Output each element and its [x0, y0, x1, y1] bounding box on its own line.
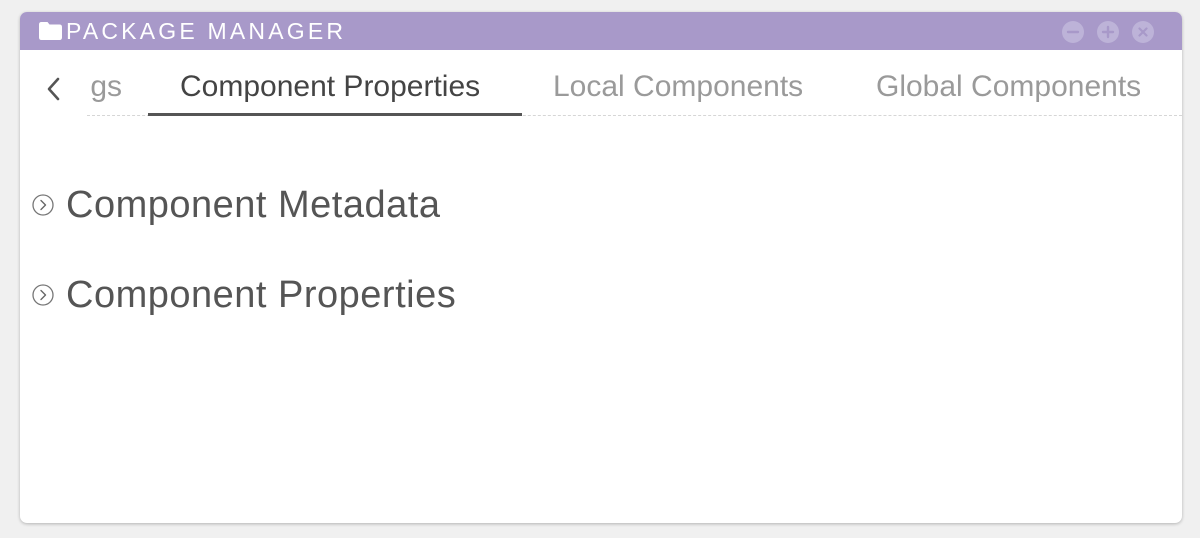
tab-component-properties[interactable]: Component Properties	[180, 70, 480, 104]
maximize-button[interactable]	[1097, 21, 1119, 43]
tab-global-components[interactable]: Global Components	[876, 70, 1141, 104]
active-tab-indicator	[148, 113, 522, 116]
close-icon	[1138, 27, 1148, 37]
tab-bar: gs Component Properties Local Components…	[20, 50, 1182, 116]
section-title: Component Metadata	[66, 184, 441, 226]
close-button[interactable]	[1132, 21, 1154, 43]
plus-icon	[1101, 25, 1115, 39]
folder-icon	[39, 22, 62, 40]
minus-icon	[1066, 30, 1080, 34]
window-title: PACKAGE MANAGER	[66, 18, 347, 44]
chevron-left-icon[interactable]	[42, 74, 66, 104]
chevron-right-circle-icon	[32, 194, 54, 216]
tab-local-components[interactable]: Local Components	[553, 70, 803, 104]
tab-label: gs	[90, 70, 122, 103]
chevron-right-circle-icon	[32, 284, 54, 306]
tab-settings-clipped[interactable]: gs	[86, 70, 122, 104]
section-title: Component Properties	[66, 274, 457, 316]
titlebar[interactable]: PACKAGE MANAGER	[20, 12, 1182, 50]
package-manager-window: PACKAGE MANAGER gs Component Properties …	[20, 12, 1182, 523]
minimize-button[interactable]	[1062, 21, 1084, 43]
